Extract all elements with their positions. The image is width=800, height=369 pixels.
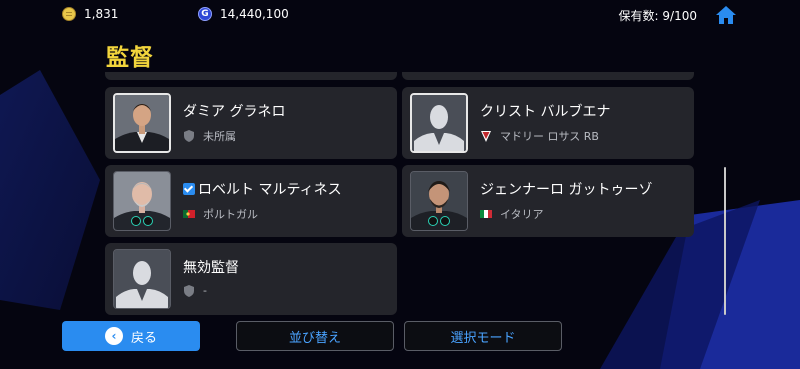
- top-bar: 1,831 G 14,440,100 保有数: 9/100: [0, 0, 800, 32]
- manager-team: ポルトガル: [183, 206, 258, 222]
- back-button[interactable]: ‹ 戻る: [62, 321, 200, 351]
- manager-team-label: -: [203, 284, 207, 297]
- gp-balance: G 14,440,100: [198, 7, 289, 21]
- coin-amount: 1,831: [84, 7, 119, 21]
- manager-card[interactable]: 無効監督 -: [105, 243, 397, 315]
- manager-name: ダミア グラネロ: [183, 104, 286, 120]
- gp-amount: 14,440,100: [220, 7, 289, 21]
- manager-team-label: ポルトガル: [203, 208, 258, 221]
- select-mode-button-label: 選択モード: [450, 330, 516, 346]
- manager-name: クリスト バルブエナ: [480, 104, 611, 120]
- manager-team: マドリー ロサス RB: [480, 128, 599, 144]
- page-title: 監督: [106, 45, 154, 71]
- manager-card[interactable]: ジェンナーロ ガットゥーゾ イタリア: [402, 165, 694, 237]
- manager-portrait: [113, 93, 171, 153]
- italy-flag-icon: [480, 210, 492, 218]
- manager-name: 無効監督: [183, 260, 239, 276]
- manager-card-partial[interactable]: [105, 72, 397, 80]
- home-icon[interactable]: [714, 3, 738, 27]
- manager-team-label: 未所属: [203, 130, 236, 143]
- manager-team: イタリア: [480, 206, 544, 222]
- list-scrollbar[interactable]: [724, 167, 726, 315]
- manager-name: ジェンナーロ ガットゥーゾ: [480, 182, 653, 198]
- manager-team-label: イタリア: [500, 208, 544, 221]
- skill-badge-icon: [131, 216, 141, 226]
- club-crest-icon: [481, 131, 491, 142]
- manager-list[interactable]: ダミア グラネロ 未所属 クリスト バルブエナ マドリー ロサス RB ロベルト…: [100, 72, 710, 320]
- chevron-left-icon: ‹: [104, 327, 123, 345]
- manager-portrait: [410, 171, 468, 231]
- manager-card-partial[interactable]: [402, 72, 694, 80]
- sort-button[interactable]: 並び替え: [236, 321, 394, 351]
- skill-badge-icon: [428, 216, 438, 226]
- manager-team: 未所属: [183, 128, 236, 144]
- shield-icon: [184, 284, 194, 297]
- skill-badges: [428, 216, 450, 226]
- manager-portrait: [113, 171, 171, 231]
- coin-balance: 1,831: [62, 7, 118, 21]
- manager-card[interactable]: ロベルト マルティネス ポルトガル: [105, 165, 397, 237]
- manager-portrait-placeholder: [113, 249, 171, 309]
- manager-card[interactable]: クリスト バルブエナ マドリー ロサス RB: [402, 87, 694, 159]
- manager-team-label: マドリー ロサス RB: [500, 130, 599, 143]
- manager-card[interactable]: ダミア グラネロ 未所属: [105, 87, 397, 159]
- skill-badge-icon: [440, 216, 450, 226]
- portugal-flag-icon: [183, 210, 195, 218]
- skill-badge-icon: [143, 216, 153, 226]
- manager-name: ロベルト マルティネス: [183, 179, 342, 199]
- manager-team: -: [183, 284, 207, 297]
- sort-button-label: 並び替え: [288, 330, 341, 346]
- select-mode-button[interactable]: 選択モード: [404, 321, 562, 351]
- skill-badges: [131, 216, 153, 226]
- back-button-label: 戻る: [130, 330, 157, 346]
- selected-check-icon: [183, 183, 195, 195]
- capacity-count: 保有数: 9/100: [618, 9, 697, 23]
- shield-icon: [184, 130, 194, 142]
- manager-portrait-placeholder: [410, 93, 468, 153]
- coin-icon: [62, 7, 76, 21]
- manager-name-label: ロベルト マルティネス: [198, 182, 342, 198]
- gp-icon: G: [198, 7, 212, 21]
